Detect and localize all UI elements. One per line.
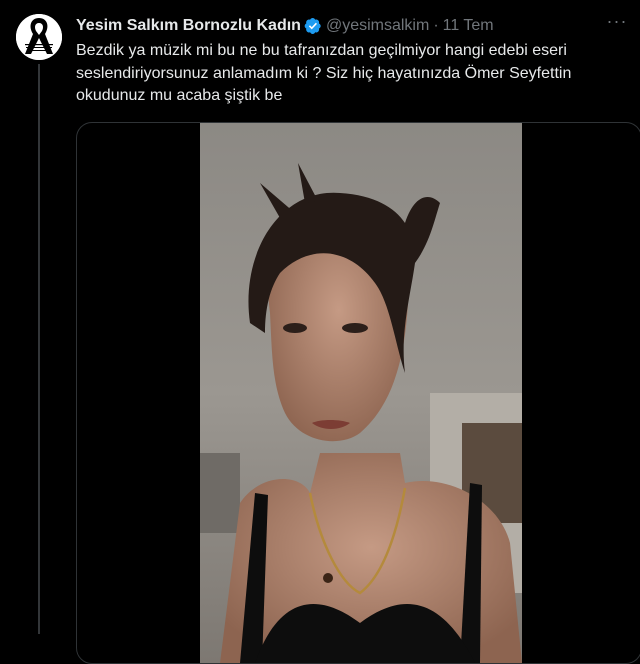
tweet-text-line: Bezdik ya müzik mi bu ne bu tafranızdan … xyxy=(76,42,567,59)
tweet[interactable]: Yesim Salkım Bornozlu Kadın @yesimsalkim… xyxy=(0,0,640,664)
media-container[interactable] xyxy=(76,122,640,664)
thread-line xyxy=(38,64,40,634)
tweet-text: Bezdik ya müzik mi bu ne bu tafranızdan … xyxy=(76,40,628,108)
more-options-button[interactable]: ··· xyxy=(602,12,632,38)
more-icon: ··· xyxy=(606,11,628,31)
user-handle[interactable]: @yesimsalkim xyxy=(326,17,429,35)
display-name[interactable]: Yesim Salkım Bornozlu Kadın xyxy=(76,17,301,35)
avatar[interactable] xyxy=(16,14,62,60)
tweet-text-line: seslendiriyorsunuz anlamadım ki ? Siz hi… xyxy=(76,64,572,82)
tweet-text-line: okudunuz mu acaba şiştik be xyxy=(76,87,283,104)
ribbon-logo-icon xyxy=(16,14,62,60)
tweet-header: Yesim Salkım Bornozlu Kadın @yesimsalkim… xyxy=(76,15,494,37)
tweet-date[interactable]: 11 Tem xyxy=(443,17,494,35)
separator-dot: · xyxy=(433,17,439,34)
verified-badge-icon[interactable] xyxy=(304,17,322,35)
video-thumbnail[interactable] xyxy=(200,123,522,663)
video-frame-image xyxy=(200,123,522,663)
